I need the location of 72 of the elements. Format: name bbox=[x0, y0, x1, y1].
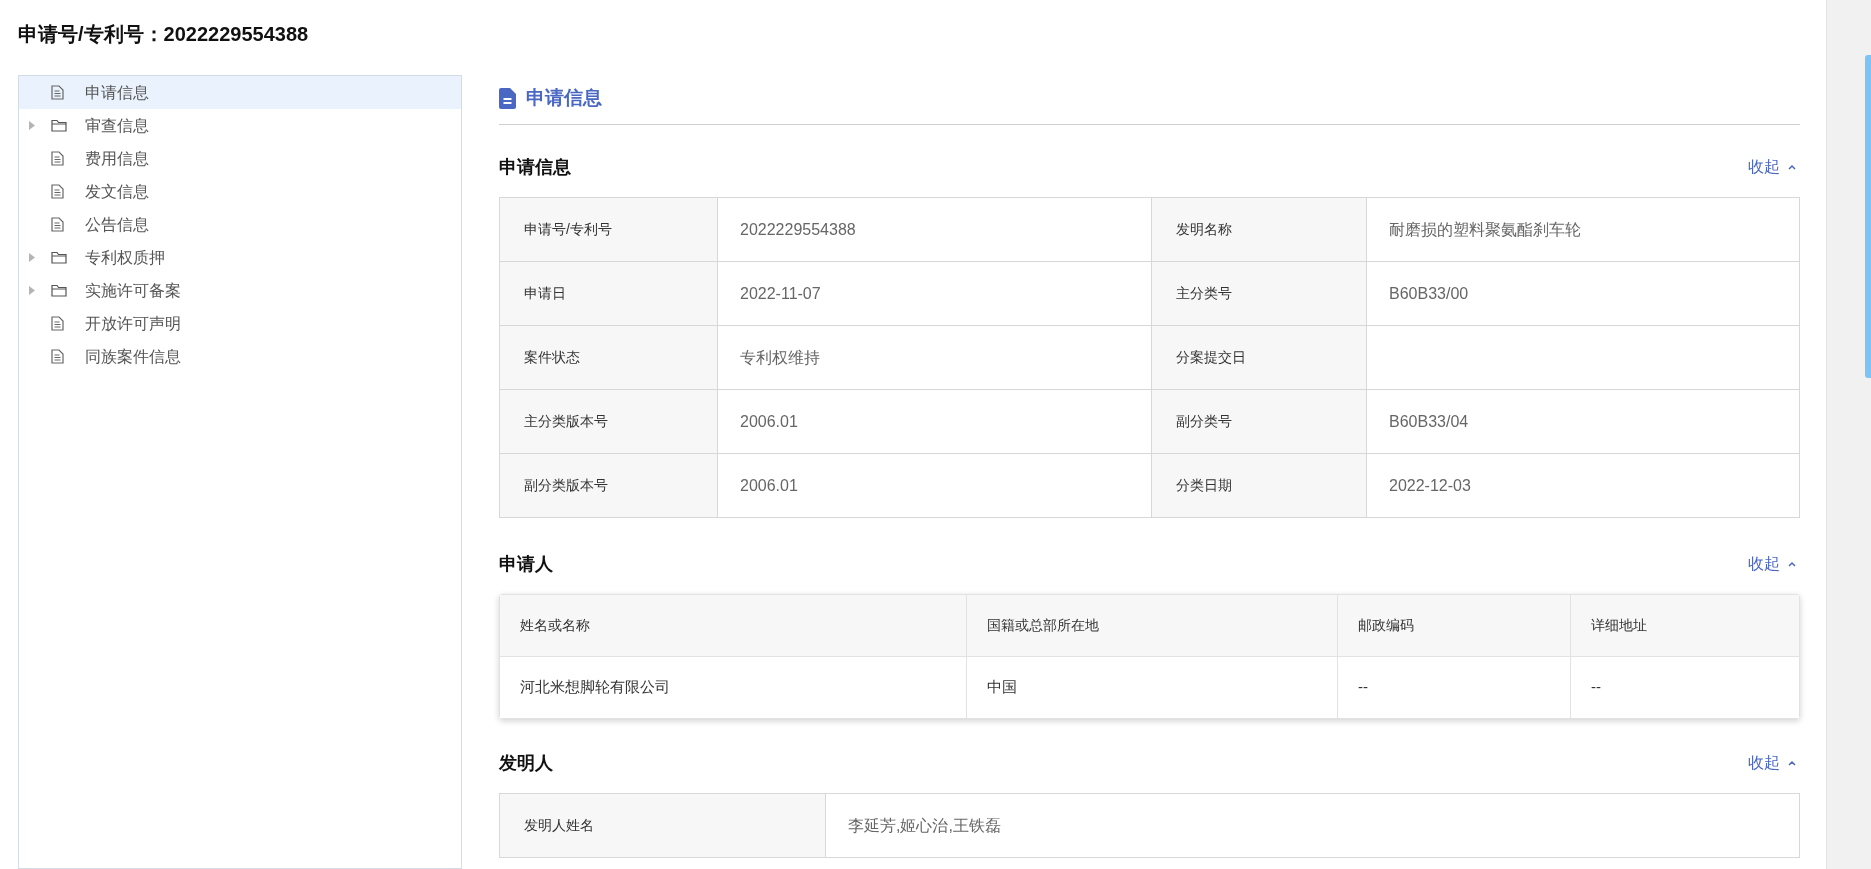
tree-item[interactable]: 费用信息 bbox=[19, 142, 461, 175]
table-cell-text: -- bbox=[1358, 677, 1368, 698]
section-title: 申请信息 bbox=[499, 155, 571, 179]
tree-item-label: 实施许可备案 bbox=[85, 280, 181, 301]
field-value: 2022-12-03 bbox=[1367, 454, 1800, 518]
chevron-up-icon bbox=[1788, 760, 1796, 766]
column-header: 国籍或总部所在地 bbox=[987, 616, 1099, 635]
document-icon bbox=[51, 184, 64, 199]
field-value: 2022-11-07 bbox=[718, 262, 1152, 326]
tree-item-label: 同族案件信息 bbox=[85, 346, 181, 367]
field-value: 2006.01 bbox=[718, 454, 1152, 518]
section-title: 申请人 bbox=[499, 552, 553, 576]
tree-item[interactable]: 审查信息 bbox=[19, 109, 461, 142]
folder-icon bbox=[51, 251, 67, 264]
section-heading: 申请信息 bbox=[526, 86, 602, 111]
document-icon bbox=[51, 316, 64, 331]
tree-item-label: 申请信息 bbox=[85, 82, 149, 103]
collapse-button[interactable]: 收起 bbox=[1748, 751, 1800, 775]
field-value: 专利权维持 bbox=[718, 326, 1152, 390]
field-label: 发明人姓名 bbox=[500, 794, 826, 858]
chevron-up-icon bbox=[1788, 164, 1796, 170]
tree-item[interactable]: 实施许可备案 bbox=[19, 274, 461, 307]
field-label: 副分类号 bbox=[1152, 390, 1367, 454]
collapse-button[interactable]: 收起 bbox=[1748, 552, 1800, 576]
tree-item-label: 费用信息 bbox=[85, 148, 149, 169]
field-label: 发明名称 bbox=[1152, 198, 1367, 262]
folder-icon bbox=[51, 119, 67, 132]
field-label: 申请日 bbox=[500, 262, 718, 326]
field-label: 分案提交日 bbox=[1152, 326, 1367, 390]
tree-item[interactable]: 申请信息 bbox=[19, 76, 461, 109]
expand-arrow-icon[interactable] bbox=[29, 121, 35, 130]
field-value: B60B33/00 bbox=[1367, 262, 1800, 326]
field-value: 2022229554388 bbox=[718, 198, 1152, 262]
field-label: 主分类版本号 bbox=[500, 390, 718, 454]
tree-item-label: 专利权质押 bbox=[85, 247, 165, 268]
tree-item[interactable]: 同族案件信息 bbox=[19, 340, 461, 373]
section-title: 发明人 bbox=[499, 751, 553, 775]
table-cell-text: -- bbox=[1591, 677, 1601, 698]
field-value: 耐磨损的塑料聚氨酯刹车轮 bbox=[1367, 198, 1800, 262]
table-cell-text: 河北米想脚轮有限公司 bbox=[520, 677, 670, 698]
column-header: 姓名或名称 bbox=[520, 616, 590, 635]
column-header: 详细地址 bbox=[1591, 616, 1647, 635]
chevron-up-icon bbox=[1788, 561, 1796, 567]
tree-item[interactable]: 开放许可声明 bbox=[19, 307, 461, 340]
expand-arrow-icon[interactable] bbox=[29, 253, 35, 262]
document-icon bbox=[51, 349, 64, 364]
tree-item[interactable]: 发文信息 bbox=[19, 175, 461, 208]
document-icon bbox=[499, 88, 516, 109]
scrollbar-thumb[interactable] bbox=[1865, 55, 1871, 378]
field-label: 案件状态 bbox=[500, 326, 718, 390]
tree-item[interactable]: 公告信息 bbox=[19, 208, 461, 241]
tree-item-label: 审查信息 bbox=[85, 115, 149, 136]
table-cell-text: 中国 bbox=[987, 677, 1017, 698]
expand-arrow-icon[interactable] bbox=[29, 286, 35, 295]
field-value: B60B33/04 bbox=[1367, 390, 1800, 454]
document-icon bbox=[51, 217, 64, 232]
tree-item[interactable]: 专利权质押 bbox=[19, 241, 461, 274]
folder-icon bbox=[51, 284, 67, 297]
field-value: 2006.01 bbox=[718, 390, 1152, 454]
field-label: 分类日期 bbox=[1152, 454, 1367, 518]
tree-item-label: 公告信息 bbox=[85, 214, 149, 235]
field-value: 李延芳,姬心治,王铁磊 bbox=[826, 794, 1800, 858]
field-label: 申请号/专利号 bbox=[500, 198, 718, 262]
field-label: 副分类版本号 bbox=[500, 454, 718, 518]
document-icon bbox=[51, 151, 64, 166]
collapse-button[interactable]: 收起 bbox=[1748, 155, 1800, 179]
field-label: 主分类号 bbox=[1152, 262, 1367, 326]
tree-item-label: 发文信息 bbox=[85, 181, 149, 202]
page-title: 申请号/专利号：2022229554388 bbox=[18, 22, 309, 47]
column-header: 邮政编码 bbox=[1358, 616, 1414, 635]
document-icon bbox=[51, 85, 64, 100]
tree-item-label: 开放许可声明 bbox=[85, 313, 181, 334]
